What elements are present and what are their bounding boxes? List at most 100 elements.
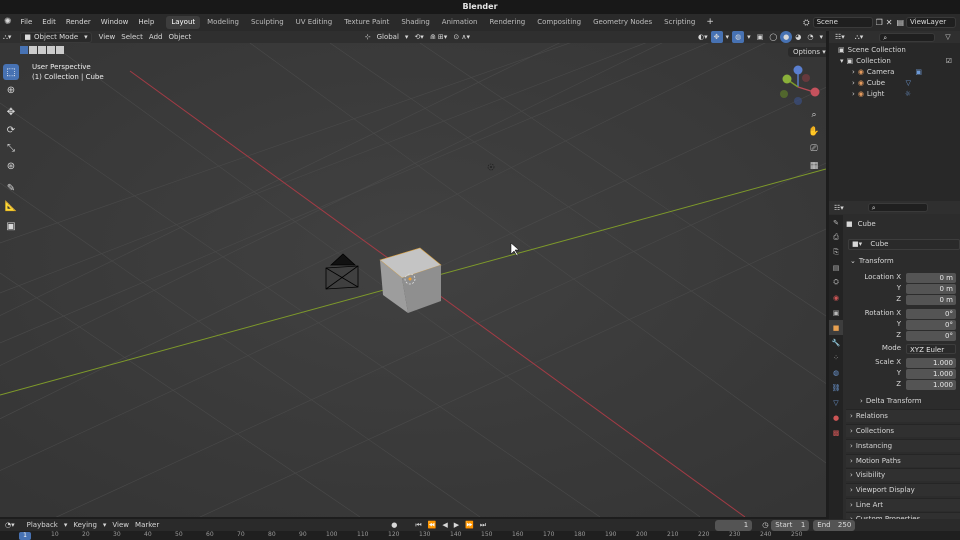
rotation-z-field[interactable]: 0° [906, 331, 956, 341]
timeline-menu-playback[interactable]: Playback [24, 519, 61, 531]
visibility-panel[interactable]: › Visibility [846, 468, 960, 481]
playhead-marker[interactable]: 1 [19, 532, 31, 540]
pivot-icon[interactable]: ⟲▾ [411, 31, 426, 43]
properties-search-input[interactable]: ⌕ [867, 203, 928, 212]
outliner-item-camera[interactable]: › ◉ Camera ▣ [838, 67, 960, 78]
line-art-panel[interactable]: › Line Art [846, 498, 960, 511]
gizmo-icon[interactable]: ✥ [710, 31, 723, 43]
location-x-field[interactable]: 0 m [906, 273, 956, 283]
options-button[interactable]: Options ▾ [788, 47, 826, 57]
outliner-item-cube[interactable]: › ◉ Cube ▽ [838, 78, 960, 89]
rotation-mode-select[interactable]: XYZ Euler [906, 344, 956, 354]
timeline-editor-icon[interactable]: ◔▾ [2, 519, 18, 531]
viewport-menu-select[interactable]: Select [118, 31, 146, 43]
scale-y-field[interactable]: 1.000 [906, 369, 956, 379]
tab-shading[interactable]: Shading [396, 16, 434, 29]
play-reverse-icon[interactable]: ◀ [439, 519, 450, 531]
location-z-field[interactable]: 0 m [906, 295, 956, 305]
material-properties-icon[interactable]: ● [829, 410, 843, 425]
filter-icon[interactable]: ▽ [945, 33, 950, 41]
jump-start-icon[interactable]: ⏮ [412, 519, 424, 531]
tab-animation[interactable]: Animation [437, 16, 483, 29]
visibility-icon[interactable]: ◐▾ [695, 31, 711, 43]
scene-field[interactable]: Scene [812, 17, 873, 28]
overlay-menu-icon[interactable]: ▾ [744, 31, 754, 43]
transform-panel-header[interactable]: ⌄ Transform [846, 255, 960, 268]
next-keyframe-icon[interactable]: ⏩ [462, 519, 477, 531]
tab-modeling[interactable]: Modeling [202, 16, 244, 29]
3d-viewport[interactable]: User Perspective (1) Collection | Cube O… [0, 43, 826, 517]
solid-shading-icon[interactable]: ● [780, 31, 793, 43]
scale-x-field[interactable]: 1.000 [906, 358, 956, 368]
instancing-panel[interactable]: › Instancing [846, 439, 960, 452]
shading-menu-icon[interactable]: ▾ [816, 31, 826, 43]
play-icon[interactable]: ▶ [451, 519, 462, 531]
snap-icon[interactable]: ⋒ ⊞▾ [427, 31, 450, 43]
transform-tool-icon[interactable]: ⊛ [3, 158, 19, 174]
zoom-icon[interactable]: ⌕ [808, 109, 820, 121]
add-workspace-icon[interactable]: + [701, 14, 719, 31]
viewport-menu-add[interactable]: Add [146, 31, 166, 43]
outliner-editor-icon[interactable]: ☷▾ [835, 33, 845, 41]
properties-editor-icon[interactable]: ☷▾ [834, 204, 844, 212]
grid-view-icon[interactable]: ▦ [808, 160, 820, 172]
mesh-data-icon[interactable]: ▽ [906, 78, 911, 89]
pan-hand-icon[interactable]: ✋ [808, 126, 820, 138]
scale-z-field[interactable]: 1.000 [906, 380, 956, 390]
select-invert-icon[interactable] [47, 46, 55, 54]
clock-icon[interactable]: ◷ [759, 519, 771, 531]
tab-uv-editing[interactable]: UV Editing [291, 16, 338, 29]
tab-geometry-nodes[interactable]: Geometry Nodes [588, 16, 657, 29]
prev-keyframe-icon[interactable]: ⏪ [425, 519, 440, 531]
rotation-y-field[interactable]: 0° [906, 320, 956, 330]
start-frame-field[interactable]: Start 1 [771, 519, 810, 531]
viewlayer-field[interactable]: ViewLayer [906, 17, 956, 28]
xray-icon[interactable]: ▣ [754, 31, 767, 43]
object-name-field[interactable]: ■▾ Cube [848, 239, 960, 250]
render-properties-icon[interactable]: ⎙ [829, 230, 843, 245]
editor-type-icon[interactable]: ⛬▾ [0, 31, 14, 43]
new-scene-icon[interactable]: ❐ [876, 18, 883, 27]
collections-panel[interactable]: › Collections [846, 424, 960, 437]
location-y-field[interactable]: 0 m [906, 284, 956, 294]
select-new-icon[interactable] [20, 46, 28, 54]
texture-properties-icon[interactable]: ▩ [829, 425, 843, 440]
mode-selector[interactable]: ■ Object Mode ▾ [20, 31, 92, 43]
current-frame-field[interactable]: 1 [715, 519, 753, 531]
menu-help[interactable]: Help [133, 14, 159, 31]
blender-logo-icon[interactable]: ✺ [0, 14, 16, 31]
rotation-x-field[interactable]: 0° [906, 309, 956, 319]
delete-scene-icon[interactable]: ✕ [886, 18, 893, 27]
tab-scripting[interactable]: Scripting [659, 16, 700, 29]
relations-panel[interactable]: › Relations [846, 409, 960, 422]
timeline-menu-keying[interactable]: Keying [70, 519, 100, 531]
select-intersect-icon[interactable] [56, 46, 64, 54]
orientation-selector[interactable]: Global [374, 31, 402, 43]
scale-tool-icon[interactable]: ⤡ [3, 140, 19, 156]
select-extend-icon[interactable] [29, 46, 37, 54]
menu-render[interactable]: Render [61, 14, 96, 31]
outliner-item-light[interactable]: › ◉ Light ☼ [838, 89, 960, 100]
tab-texture-paint[interactable]: Texture Paint [339, 16, 394, 29]
camera-view-icon[interactable]: ⎚ [808, 143, 820, 155]
overlay-icon[interactable]: ◍ [732, 31, 745, 43]
tab-layout[interactable]: Layout [166, 16, 201, 29]
viewport-menu-object[interactable]: Object [165, 31, 194, 43]
annotate-tool-icon[interactable]: ✎ [3, 180, 19, 196]
measure-tool-icon[interactable]: 📐 [3, 198, 19, 214]
material-shading-icon[interactable]: ◕ [792, 31, 804, 43]
add-cube-tool-icon[interactable]: ▣ [3, 218, 19, 234]
timeline-menu-view[interactable]: View [109, 519, 132, 531]
delta-transform-panel[interactable]: › Delta Transform [856, 395, 960, 408]
timeline-menu-marker[interactable]: Marker [132, 519, 162, 531]
custom-properties-panel[interactable]: ›Custom Properties [846, 512, 960, 523]
data-properties-icon[interactable]: ▽ [829, 395, 843, 410]
camera-data-icon[interactable]: ▣ [915, 67, 922, 78]
menu-edit[interactable]: Edit [37, 14, 61, 31]
select-box-icon[interactable]: ⬚ [3, 64, 19, 80]
display-mode-icon[interactable]: ⛬▾ [855, 33, 863, 42]
gizmo-menu-icon[interactable]: ▾ [723, 31, 733, 43]
motion-paths-panel[interactable]: › Motion Paths [846, 454, 960, 467]
tab-sculpting[interactable]: Sculpting [246, 16, 289, 29]
checkbox-icon[interactable]: ☑ [946, 56, 952, 67]
